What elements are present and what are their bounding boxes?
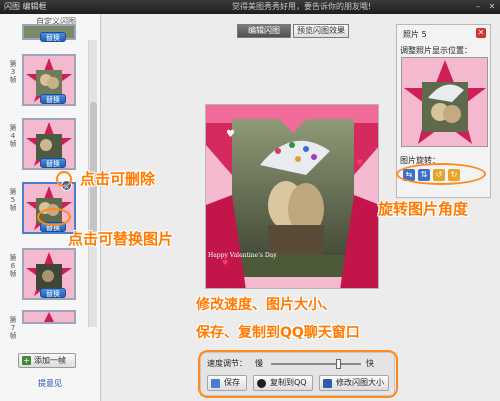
photo-position-preview[interactable] <box>401 57 488 147</box>
replace-button[interactable]: 替换 <box>40 94 66 104</box>
add-icon: + <box>22 356 31 365</box>
controls-hint-line1: 修改速度、图片大小、 <box>196 297 336 313</box>
frame-number: 第7帧 <box>9 316 17 340</box>
frame-number: 第3帧 <box>9 60 17 84</box>
frame-item[interactable]: 第7帧 <box>6 310 88 340</box>
window-title: 闪图 编辑框 <box>4 2 47 11</box>
svg-text:♥: ♥ <box>356 158 363 167</box>
frame-item[interactable]: 第4帧 替换 <box>6 118 88 172</box>
replace-button[interactable]: 替换 <box>40 288 66 298</box>
frame-number: 第6帧 <box>9 254 17 278</box>
scrollbar-thumb[interactable] <box>90 102 97 232</box>
rotate-hint: 旋转图片角度 <box>378 200 469 218</box>
title-bar: 闪图 编辑框 觉得美图秀秀好用，要告诉你的朋友哦! – ✕ <box>0 0 500 14</box>
frame-thumbnail[interactable] <box>22 310 76 324</box>
preview-artwork: ♥ ♥ ♥ Happy Valentine's Day <box>206 105 378 288</box>
controls-highlight-ring <box>198 350 398 398</box>
frame-number: 第4帧 <box>9 124 17 148</box>
close-window-icon[interactable]: ✕ <box>486 1 498 12</box>
close-panel-icon[interactable]: ✕ <box>476 28 486 38</box>
frame-list: 替换 第3帧 替换 第4帧 替换 第5帧 × 替换 第6帧 替换 第7帧 <box>6 24 88 340</box>
replace-button[interactable]: 替换 <box>40 32 66 42</box>
replace-button[interactable]: 替换 <box>40 158 66 168</box>
add-frame-button[interactable]: + 添加一帧 <box>18 353 76 368</box>
feedback-link[interactable]: 提意见 <box>38 378 62 389</box>
frame-number: 第5帧 <box>9 188 17 212</box>
frame-item[interactable]: 第6帧 替换 <box>6 248 88 302</box>
photo-title: 照片 5 <box>403 30 427 39</box>
frame-item[interactable]: 第3帧 替换 <box>6 54 88 108</box>
svg-text:♥: ♥ <box>222 259 228 267</box>
flash-preview-image: ♥ ♥ ♥ Happy Valentine's Day <box>205 104 379 289</box>
svg-text:♥: ♥ <box>226 129 235 140</box>
position-label: 调整照片显示位置： <box>400 46 472 55</box>
photo-thumbnail <box>402 58 487 146</box>
controls-hint-line2: 保存、复制到QQ聊天窗口 <box>196 325 360 341</box>
rotate-highlight-ring <box>396 163 486 185</box>
add-frame-label: 添加一帧 <box>34 356 66 365</box>
notice-text: 觉得美图秀秀好用，要告诉你的朋友哦! <box>232 2 372 11</box>
delete-hint: 点击可删除 <box>80 170 156 188</box>
frame-image <box>24 312 74 322</box>
preview-card-text: Happy Valentine's Day <box>208 252 277 259</box>
minimize-icon[interactable]: – <box>472 1 484 12</box>
tab-edit-flash[interactable]: 编辑闪图 <box>237 24 291 38</box>
replace-hint: 点击可替换图片 <box>68 230 174 248</box>
replace-highlight-ring <box>37 208 71 226</box>
tab-preview-flash[interactable]: 预览闪图效果 <box>293 24 349 38</box>
frame-item[interactable]: 替换 <box>6 24 88 44</box>
delete-highlight-ring <box>56 171 72 187</box>
